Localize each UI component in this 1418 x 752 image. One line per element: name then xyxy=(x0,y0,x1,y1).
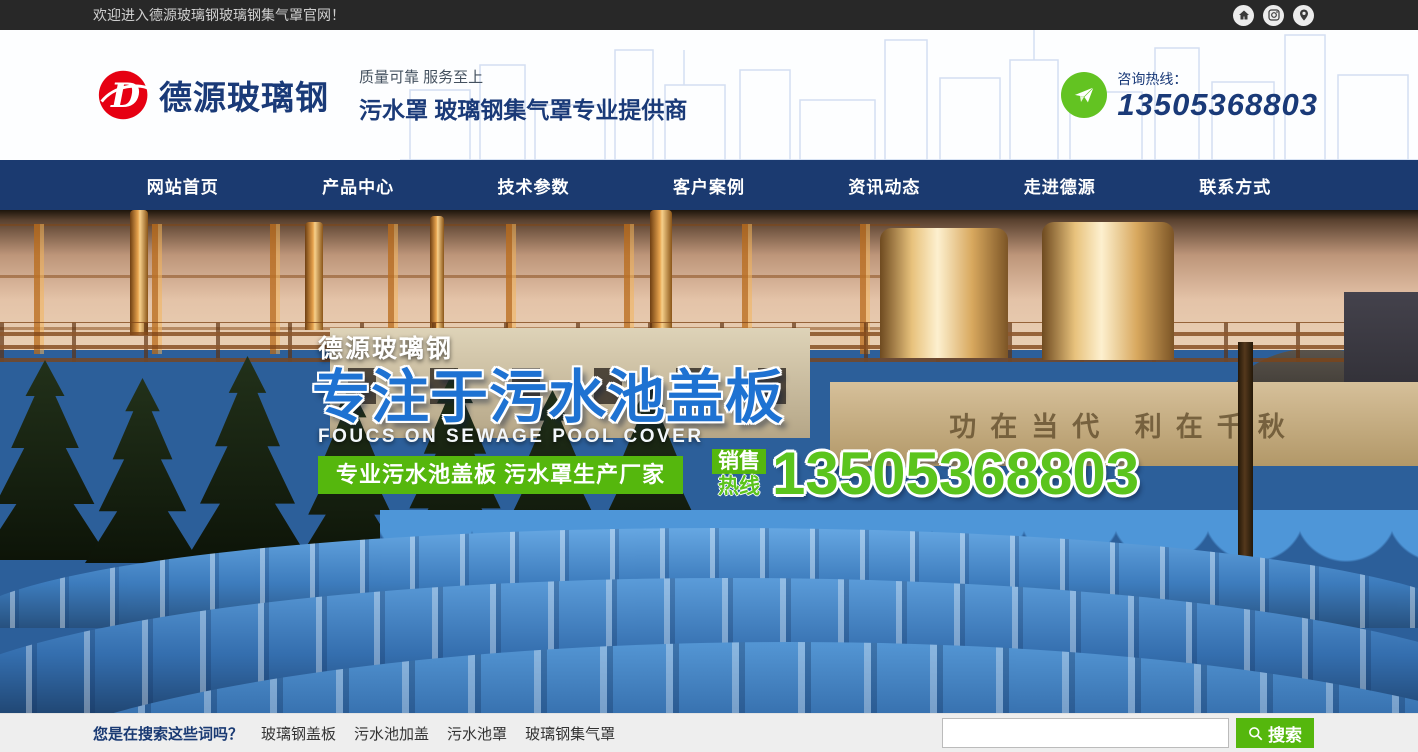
company-name: 德源玻璃钢 xyxy=(159,71,329,119)
sales-phone-number: 13505368803 xyxy=(772,444,1139,504)
hero-tower xyxy=(130,210,148,335)
magnifier-icon xyxy=(1248,726,1263,741)
main-nav: 网站首页 产品中心 技术参数 客户案例 资讯动态 走进德源 联系方式 xyxy=(0,160,1418,210)
sales-badge-line2: 热线 xyxy=(712,474,766,499)
hero-tree xyxy=(185,356,310,561)
header-slogan: 质量可靠 服务至上 污水罩 玻璃钢集气罩专业提供商 xyxy=(359,66,687,125)
hero-tower xyxy=(430,216,444,334)
nav-item-news[interactable]: 资讯动态 xyxy=(838,173,930,198)
slogan-big: 污水罩 玻璃钢集气罩专业提供商 xyxy=(359,91,687,125)
hero-subheadline: FOUCS ON SEWAGE POOL COVER xyxy=(318,426,704,448)
top-bar: 欢迎进入德源玻璃钢玻璃钢集气罩官网！ xyxy=(0,0,1418,30)
hotline-label: 咨询热线： xyxy=(1117,69,1318,89)
hero-tower xyxy=(650,210,672,338)
hero-storage-tank xyxy=(880,228,1008,358)
hero-tree xyxy=(0,360,110,560)
search-bar: 您是在搜索这些词吗？ 玻璃钢盖板 污水池加盖 污水池罩 玻璃钢集气罩 搜索 xyxy=(0,713,1418,752)
nav-item-contact[interactable]: 联系方式 xyxy=(1189,173,1281,198)
hero-tagline-chip[interactable]: 专业污水池盖板 污水罩生产厂家 xyxy=(318,456,683,494)
nav-item-about[interactable]: 走进德源 xyxy=(1014,173,1106,198)
hero-tower xyxy=(305,222,323,330)
hotline-block: 咨询热线： 13505368803 xyxy=(1061,69,1318,122)
nav-item-specs[interactable]: 技术参数 xyxy=(488,173,580,198)
hero-headline: 专注于污水池盖板 xyxy=(312,350,784,434)
slogan-small: 质量可靠 服务至上 xyxy=(359,66,687,87)
search-button-label: 搜索 xyxy=(1268,721,1302,746)
search-box: 搜索 xyxy=(942,718,1314,748)
hero-sales-block: 销售 热线 13505368803 xyxy=(712,444,1139,504)
hotline-number: 13505368803 xyxy=(1117,89,1318,122)
hero-banner: 功在当代 利在千秋 德源玻璃钢 专注于污水池盖板 FOUCS ON SEWAGE… xyxy=(0,210,1418,713)
nav-item-cases[interactable]: 客户案例 xyxy=(663,173,755,198)
sales-badge-line1: 销售 xyxy=(712,449,766,474)
search-question: 您是在搜索这些词吗？ xyxy=(93,723,243,744)
social-icons xyxy=(1233,5,1314,26)
site-header: D 德源玻璃钢 质量可靠 服务至上 污水罩 玻璃钢集气罩专业提供商 咨询热线： … xyxy=(0,30,1418,160)
paper-plane-icon xyxy=(1061,72,1107,118)
sales-hotline-badge: 销售 热线 xyxy=(712,449,766,499)
home-icon[interactable] xyxy=(1233,5,1254,26)
search-input[interactable] xyxy=(942,718,1229,748)
keyword-link-2[interactable]: 污水池加盖 xyxy=(354,723,429,744)
keyword-link-3[interactable]: 污水池罩 xyxy=(447,723,507,744)
instagram-icon[interactable] xyxy=(1263,5,1284,26)
keyword-link-4[interactable]: 玻璃钢集气罩 xyxy=(525,723,615,744)
logo[interactable]: D 德源玻璃钢 xyxy=(97,67,329,123)
welcome-text: 欢迎进入德源玻璃钢玻璃钢集气罩官网！ xyxy=(93,5,345,25)
svg-text:D: D xyxy=(110,75,140,115)
search-button[interactable]: 搜索 xyxy=(1236,718,1314,748)
nav-item-home[interactable]: 网站首页 xyxy=(137,173,229,198)
location-icon[interactable] xyxy=(1293,5,1314,26)
nav-item-products[interactable]: 产品中心 xyxy=(312,173,404,198)
logo-mark-icon: D xyxy=(97,67,153,123)
hero-storage-tank xyxy=(1042,222,1174,360)
hero-tree xyxy=(85,378,200,563)
keyword-link-1[interactable]: 玻璃钢盖板 xyxy=(261,723,336,744)
hot-keywords: 玻璃钢盖板 污水池加盖 污水池罩 玻璃钢集气罩 xyxy=(261,723,615,744)
